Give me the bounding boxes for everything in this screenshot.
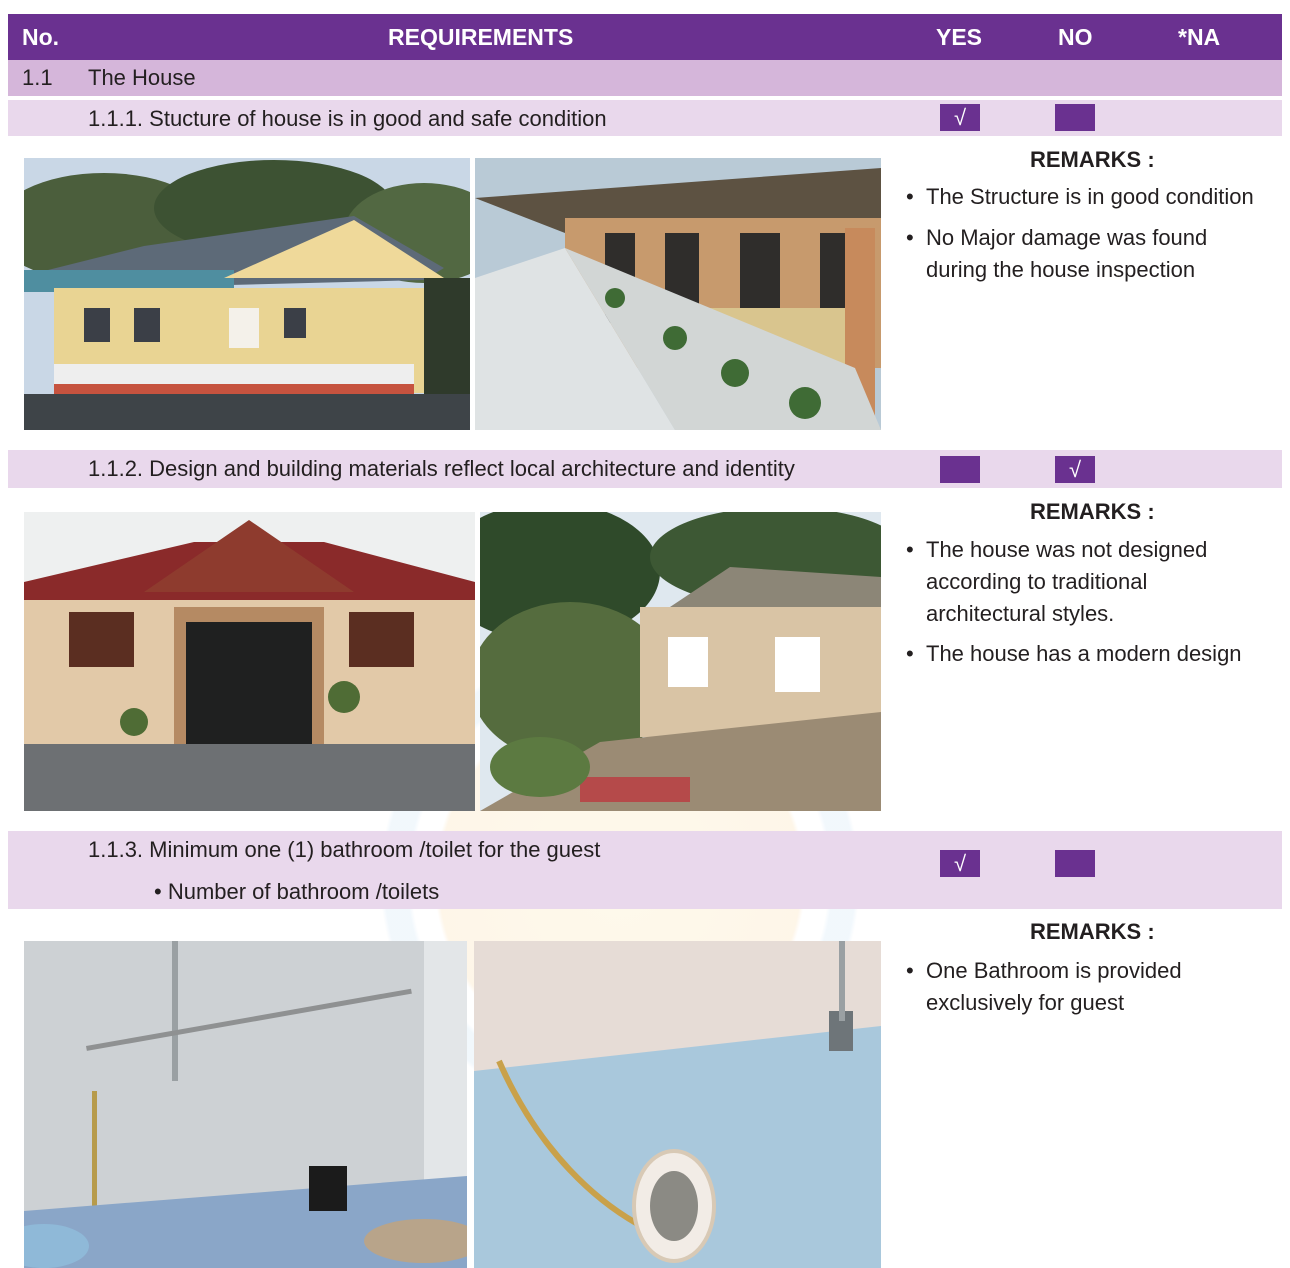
- section-number: 1.1: [22, 65, 53, 90]
- no-checkbox-1-1-3[interactable]: [1055, 850, 1095, 877]
- bathroom-shower-photo: [24, 941, 467, 1268]
- section-title: The House: [88, 65, 196, 90]
- item-sublabel: • Number of bathroom /toilets: [154, 879, 440, 904]
- header-yes: YES: [936, 24, 983, 50]
- remarks-title-1-1-3: REMARKS :: [1030, 919, 1155, 944]
- table-header: No. REQUIREMENTS YES NO *NA: [8, 14, 1282, 60]
- item-label: 1.1.1. Stucture of house is in good and …: [88, 106, 607, 131]
- header-na: *NA: [1178, 24, 1221, 50]
- section-row: 1.1 The House: [8, 60, 1282, 96]
- item-label: 1.1.3. Minimum one (1) bathroom /toilet …: [88, 837, 601, 862]
- bathroom-toilet-photo: [474, 941, 881, 1268]
- header-no-col: NO: [1058, 24, 1093, 50]
- yes-checkbox-1-1-3[interactable]: √: [940, 850, 980, 877]
- header-requirements: REQUIREMENTS: [388, 24, 574, 50]
- remark-1-1-1-a: • The Structure is in good condition: [906, 184, 1254, 209]
- yes-checkbox-1-1-1[interactable]: √: [940, 104, 980, 131]
- remark-1-1-2-b: • The house has a modern design: [906, 641, 1242, 666]
- remarks-title-1-1-1: REMARKS :: [1030, 147, 1155, 172]
- house-veranda-photo: [475, 158, 881, 430]
- remark-1-1-1-b: • No Major damage was found during the h…: [906, 225, 1208, 282]
- item-label: 1.1.2. Design and building materials ref…: [88, 456, 795, 481]
- house-side-photo: [480, 512, 881, 811]
- yes-checkbox-1-1-2[interactable]: [940, 456, 980, 483]
- remark-1-1-2-a: • The house was not designed according t…: [906, 537, 1208, 626]
- house-front-photo: [24, 512, 475, 811]
- house-exterior-photo: [24, 158, 470, 430]
- remarks-title-1-1-2: REMARKS :: [1030, 499, 1155, 524]
- no-checkbox-1-1-2[interactable]: √: [1055, 456, 1095, 483]
- no-checkbox-1-1-1[interactable]: [1055, 104, 1095, 131]
- header-no: No.: [22, 24, 60, 50]
- remark-1-1-3-a: • One Bathroom is provided exclusively f…: [906, 958, 1182, 1015]
